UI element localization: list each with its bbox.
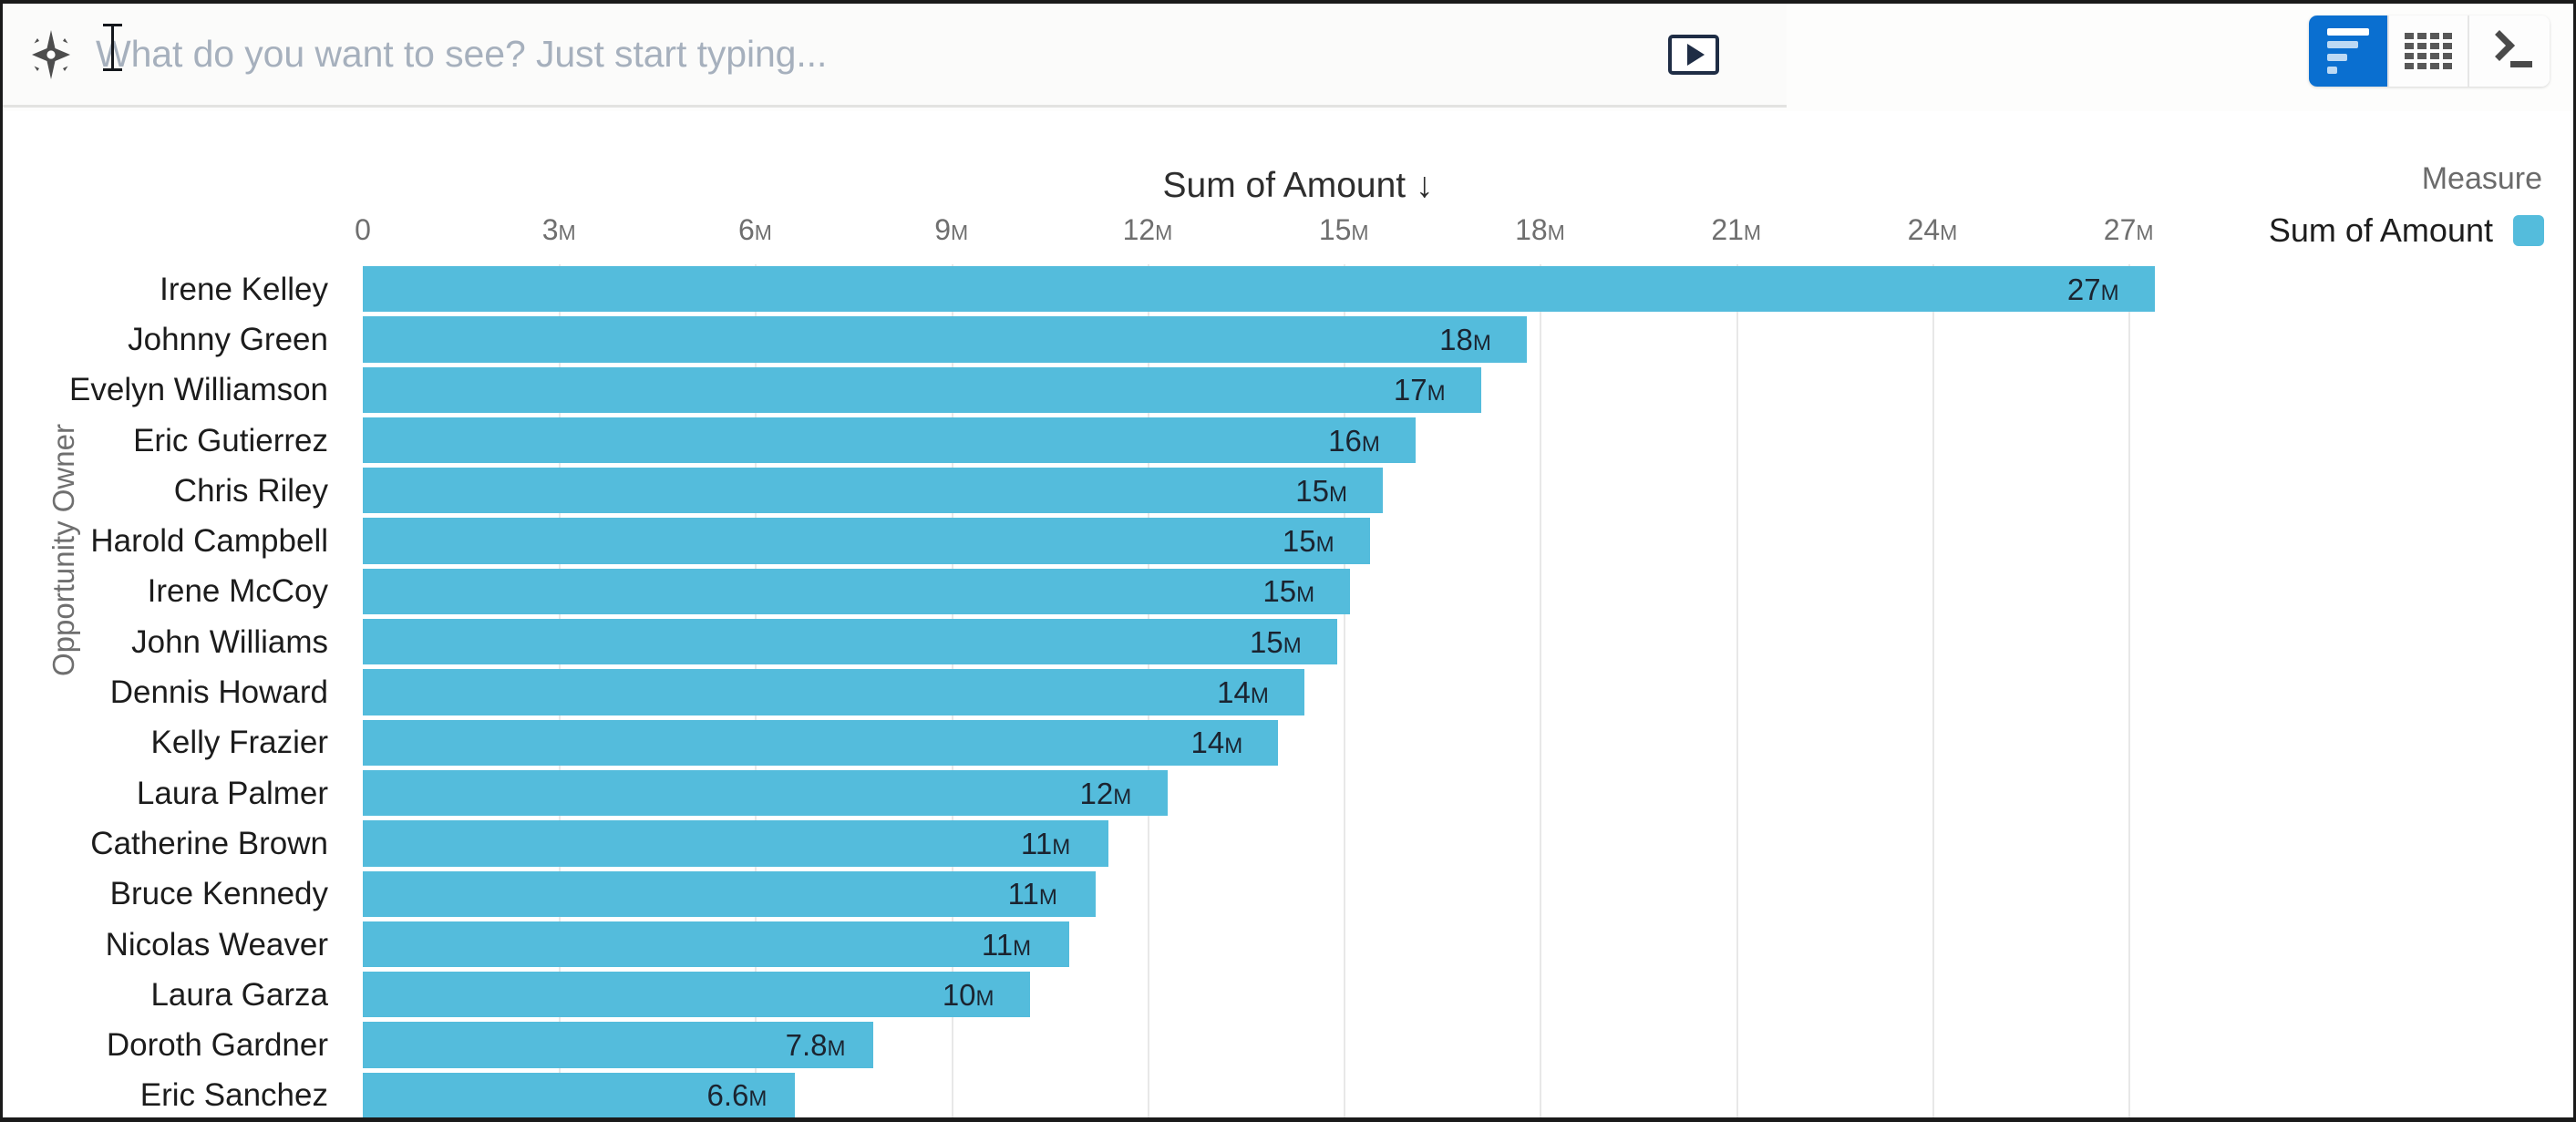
x-axis-tick: 9M (934, 213, 969, 246)
bar-value-label: 11M (1020, 826, 1071, 860)
app-header (3, 4, 2573, 111)
y-axis-label[interactable]: Catherine Brown (3, 818, 345, 869)
bar[interactable] (363, 669, 1305, 715)
y-axis-label[interactable]: Dennis Howard (3, 667, 345, 717)
x-axis-tick: 12M (1122, 213, 1173, 246)
bar-value-label: 15M (1250, 624, 1302, 659)
x-axis-tick: 18M (1515, 213, 1565, 246)
bar-value-label: 15M (1282, 524, 1334, 559)
sparkle-icon (23, 26, 79, 83)
y-axis-label[interactable]: Chris Riley (3, 466, 345, 516)
chart-title: Sum of Amount ↓ (1162, 166, 1434, 205)
bar-value-label: 18M (1439, 322, 1491, 356)
bar-row: 18M (363, 314, 2233, 365)
bar[interactable] (363, 719, 1279, 766)
bar-row: 11M (363, 818, 2233, 869)
bar-row: 7.8M (363, 1020, 2233, 1070)
bar-row: 14M (363, 718, 2233, 768)
bar-value-label: 27M (2066, 272, 2119, 306)
bar-row: 27M (363, 264, 2233, 314)
bar-row: 15M (363, 567, 2233, 617)
bar-value-label: 14M (1190, 726, 1243, 760)
y-axis-label[interactable]: Laura Palmer (3, 768, 345, 818)
text-cursor (103, 24, 122, 71)
bar[interactable] (363, 972, 1030, 1018)
y-axis-label[interactable]: Kelly Frazier (3, 718, 345, 768)
view-mode-toggle[interactable] (2309, 15, 2550, 87)
bar-value-label: 10M (942, 977, 994, 1012)
bar-value-label: 12M (1079, 776, 1132, 810)
bar-value-label: 11M (1007, 877, 1057, 911)
chart-view-button[interactable] (2309, 15, 2389, 87)
y-axis-label[interactable]: Irene McCoy (3, 567, 345, 617)
bar-row: 11M (363, 920, 2233, 970)
bar[interactable] (363, 870, 1096, 917)
x-axis-tick: 6M (738, 213, 772, 246)
y-axis-label[interactable]: Nicolas Weaver (3, 920, 345, 970)
bar-chart-icon (2327, 28, 2369, 74)
y-axis-label[interactable]: Laura Garza (3, 970, 345, 1020)
x-axis: 0 3M 6M 9M 12M 15M 18M 21M 24M 27M (3, 213, 2573, 253)
query-bar[interactable] (3, 4, 1787, 108)
bar-row: 6.6M (363, 1071, 2233, 1117)
bar[interactable] (363, 366, 1481, 413)
x-axis-tick: 24M (1907, 213, 1958, 246)
run-query-button[interactable] (1668, 34, 1719, 75)
y-axis-label[interactable]: Harold Campbell (3, 516, 345, 566)
x-axis-tick: 3M (541, 213, 576, 246)
bar-value-label: 15M (1262, 574, 1315, 609)
legend-title: Measure (2421, 161, 2542, 196)
bar-row: 15M (363, 466, 2233, 516)
grid-icon (2405, 33, 2452, 69)
code-view-button[interactable] (2469, 15, 2550, 87)
bar-row: 15M (363, 617, 2233, 667)
analytics-app: Sum of Amount ↓ Measure Sum of Amount 03… (0, 0, 2576, 1122)
y-axis-label[interactable]: Evelyn Williamson (3, 365, 345, 416)
x-axis-tick: 27M (2103, 213, 2154, 246)
bar[interactable] (363, 619, 1338, 665)
table-view-button[interactable] (2389, 15, 2469, 87)
bar-row: 14M (363, 667, 2233, 717)
y-axis-label[interactable]: Bruce Kennedy (3, 870, 345, 920)
play-icon (1686, 43, 1705, 66)
bar[interactable] (363, 468, 1384, 514)
x-axis-tick: 0 (355, 213, 371, 246)
bar[interactable] (363, 820, 1108, 867)
bar-value-label: 7.8M (785, 1028, 846, 1063)
bar[interactable] (363, 316, 1528, 363)
y-axis-label[interactable]: Eric Gutierrez (3, 416, 345, 466)
bar-value-label: 14M (1217, 675, 1269, 710)
bar-row: 12M (363, 768, 2233, 818)
terminal-icon (2484, 30, 2534, 71)
bar-value-label: 15M (1295, 473, 1347, 508)
bar-value-label: 11M (981, 927, 1032, 962)
y-axis-label[interactable]: Johnny Green (3, 314, 345, 365)
bar-row: 15M (363, 516, 2233, 566)
x-axis-tick: 15M (1318, 213, 1369, 246)
y-axis-label[interactable]: Eric Sanchez (3, 1071, 345, 1117)
chart-container: Sum of Amount ↓ Measure Sum of Amount 03… (3, 111, 2573, 1117)
bar-row: 11M (363, 870, 2233, 920)
bar[interactable] (363, 417, 1417, 464)
bar-value-label: 17M (1393, 373, 1446, 407)
bar-rows: 27M 18M 17M 16M 15M 15M 15M 15M 14M 14M 12M 11M 11M 1… (363, 264, 2233, 1117)
bar[interactable] (363, 266, 2155, 313)
x-axis-tick: 21M (1711, 213, 1762, 246)
y-axis-labels: Irene Kelley Johnny Green Evelyn Williamso… (3, 264, 345, 1117)
y-axis-label[interactable]: Irene Kelley (3, 264, 345, 314)
bar-row: 16M (363, 416, 2233, 466)
y-axis-label[interactable]: Doroth Gardner (3, 1020, 345, 1070)
bar[interactable] (363, 568, 1351, 615)
bar-value-label: 6.6M (706, 1078, 768, 1113)
bar-value-label: 16M (1328, 423, 1380, 458)
bar[interactable] (363, 921, 1069, 968)
bar[interactable] (363, 769, 1168, 817)
y-axis-label[interactable]: John Williams (3, 617, 345, 667)
bar[interactable] (363, 518, 1370, 564)
plot-area: 27M 18M 17M 16M 15M 15M 15M 15M 14M 14M 12M 11M 11M 1… (363, 264, 2233, 1117)
search-input[interactable] (96, 22, 1668, 87)
bar-row: 17M (363, 365, 2233, 416)
bar-row: 10M (363, 970, 2233, 1020)
